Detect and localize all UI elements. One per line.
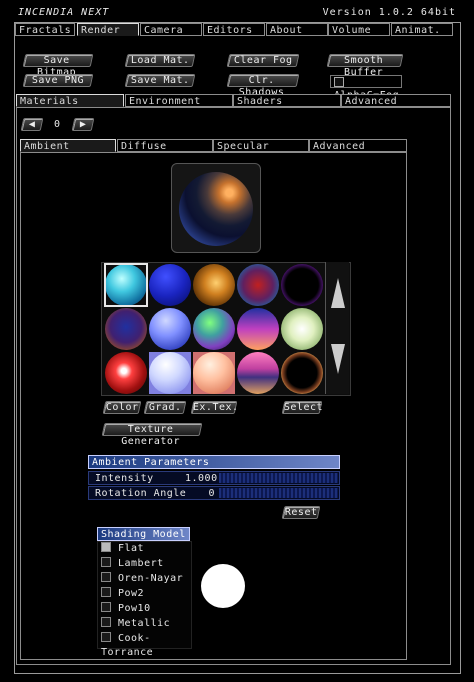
tab-about[interactable]: About <box>266 23 328 36</box>
checkbox-icon[interactable] <box>101 542 111 552</box>
tab-material-advanced[interactable]: Advanced <box>309 139 407 152</box>
grad-button[interactable]: Grad. <box>143 401 187 414</box>
smooth-buffer-button[interactable]: Smooth Buffer <box>326 54 404 78</box>
palette-cell-1[interactable] <box>104 263 148 307</box>
tab-camera[interactable]: Camera <box>140 23 202 36</box>
tab-shaders[interactable]: Shaders <box>233 94 341 107</box>
clear-fog-button[interactable]: Clear Fog <box>226 54 300 67</box>
intensity-slider[interactable]: Intensity 1.000 <box>88 471 340 485</box>
next-material-button[interactable]: ▶ <box>71 118 95 131</box>
version-label: Version 1.0.2 64bit <box>322 7 456 18</box>
save-png-button[interactable]: Save PNG <box>22 74 94 87</box>
ambient-parameters-header: Ambient Parameters <box>88 455 340 469</box>
palette-scrollbar[interactable] <box>325 262 349 394</box>
palette-cell-4[interactable] <box>237 264 279 306</box>
shading-model-list: Flat Lambert Oren-Nayar Pow2 Pow10 Metal… <box>97 541 192 658</box>
tab-diffuse[interactable]: Diffuse <box>117 139 213 152</box>
texture-generator-button[interactable]: Texture Generator <box>101 423 203 447</box>
tab-specular[interactable]: Specular <box>213 139 309 152</box>
save-mat-button[interactable]: Save Mat. <box>124 74 196 87</box>
ex-tex-button[interactable]: Ex.Tex. <box>190 401 239 414</box>
tab-materials[interactable]: Materials <box>16 94 124 107</box>
scroll-up-icon[interactable] <box>331 278 345 308</box>
palette-cell-3[interactable] <box>193 264 235 306</box>
material-index: 0 <box>54 119 61 130</box>
arrow-left-icon: ◀ <box>28 119 36 130</box>
shading-model-header: Shading Model <box>97 527 190 541</box>
load-mat-button[interactable]: Load Mat. <box>124 54 196 67</box>
reset-button[interactable]: Reset <box>281 506 321 519</box>
app-title: INCENDIA NEXT <box>18 7 110 18</box>
palette-cell-5[interactable] <box>281 264 323 306</box>
shading-option-pow10[interactable]: Pow10 <box>101 602 151 616</box>
palette-cell-11[interactable] <box>105 352 147 394</box>
color-button[interactable]: Color <box>102 401 142 414</box>
shading-option-lambert[interactable]: Lambert <box>101 557 164 571</box>
shading-option-cook-torrance[interactable]: Cook-Torrance <box>101 632 191 658</box>
tab-advanced[interactable]: Advanced <box>341 94 451 107</box>
prev-material-button[interactable]: ◀ <box>20 118 44 131</box>
tab-editors[interactable]: Editors <box>203 23 265 36</box>
tab-render[interactable]: Render <box>77 23 139 36</box>
save-bitmap-button[interactable]: Save Bitmap <box>22 54 94 78</box>
checkbox-icon[interactable] <box>101 557 111 567</box>
shading-option-oren-nayar[interactable]: Oren-Nayar <box>101 572 183 586</box>
shading-option-pow2[interactable]: Pow2 <box>101 587 144 601</box>
palette-cell-10[interactable] <box>281 308 323 350</box>
palette-cell-12[interactable] <box>149 352 191 394</box>
shading-option-flat[interactable]: Flat <box>101 542 144 556</box>
texture-palette <box>101 262 351 396</box>
tab-animat[interactable]: Animat. <box>391 23 453 36</box>
preview-sphere <box>179 172 253 246</box>
palette-cell-8[interactable] <box>193 308 235 350</box>
select-button[interactable]: Select <box>281 401 323 414</box>
palette-cell-7[interactable] <box>149 308 191 350</box>
tab-environment[interactable]: Environment <box>125 94 233 107</box>
palette-cell-9[interactable] <box>237 308 279 350</box>
scroll-down-icon[interactable] <box>331 344 345 374</box>
checkbox-icon[interactable] <box>101 632 111 642</box>
palette-cell-6[interactable] <box>105 308 147 350</box>
alpha-fog-checkbox[interactable] <box>334 77 344 87</box>
tab-fractals[interactable]: Fractals <box>15 23 75 36</box>
palette-cell-13[interactable] <box>193 352 235 394</box>
tab-ambient[interactable]: Ambient <box>20 139 116 152</box>
checkbox-icon[interactable] <box>101 572 111 582</box>
tab-volume[interactable]: Volume <box>328 23 390 36</box>
clr-shadows-button[interactable]: Clr. Shadows <box>226 74 300 98</box>
shading-option-metallic[interactable]: Metallic <box>101 617 170 631</box>
shading-preview-sphere <box>201 564 245 608</box>
checkbox-icon[interactable] <box>101 587 111 597</box>
rotation-angle-slider[interactable]: Rotation Angle 0 <box>88 486 340 500</box>
palette-cell-14[interactable] <box>237 352 279 394</box>
checkbox-icon[interactable] <box>101 602 111 612</box>
rotation-slider-track[interactable] <box>219 488 338 498</box>
material-preview <box>171 163 261 253</box>
intensity-slider-track[interactable] <box>219 473 338 483</box>
palette-cell-15[interactable] <box>281 352 323 394</box>
palette-cell-2[interactable] <box>149 264 191 306</box>
arrow-right-icon: ▶ <box>79 119 87 130</box>
alpha-fog-toggle[interactable]: AlphaC=Fog <box>330 75 402 101</box>
checkbox-icon[interactable] <box>101 617 111 627</box>
